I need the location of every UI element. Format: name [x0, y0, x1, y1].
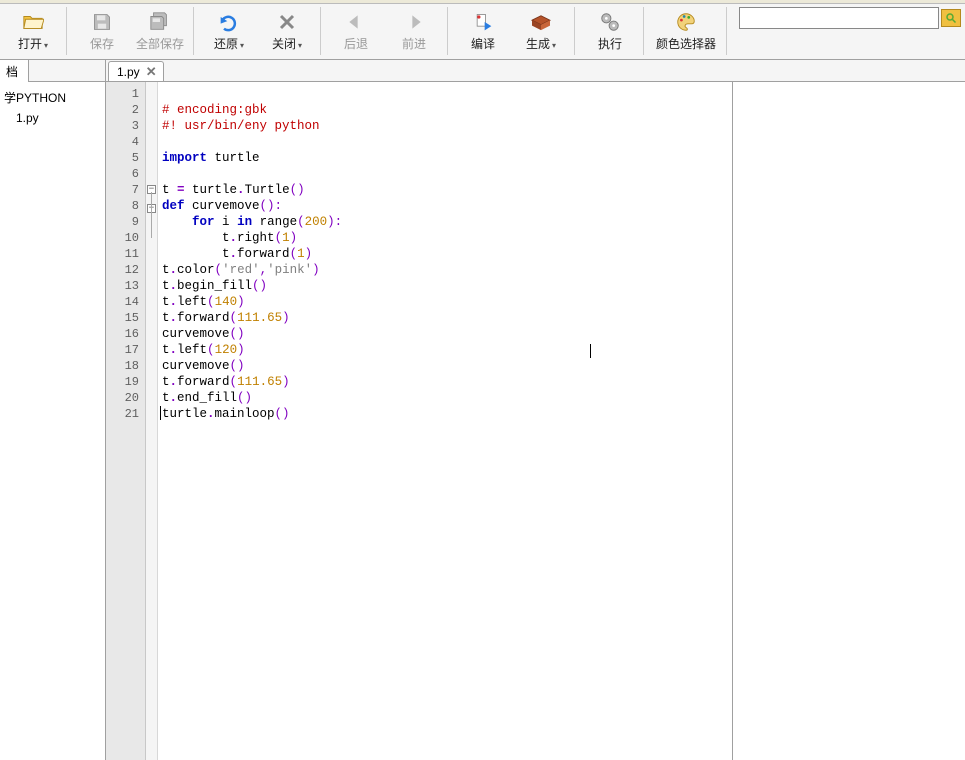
revert-button[interactable]: 还原▾ — [200, 7, 258, 55]
tree-file[interactable]: 1.py — [4, 108, 101, 128]
run-button[interactable]: 执行 — [581, 7, 639, 55]
build-button[interactable]: 生成▾ — [512, 7, 570, 55]
tabs-row: 1.py ✕ — [106, 60, 965, 82]
file-tab-label: 1.py — [117, 65, 140, 79]
editor-caret-icon — [160, 406, 161, 420]
save-button[interactable]: 保存 — [73, 7, 131, 55]
side-tab-docs[interactable]: 档 — [0, 60, 29, 82]
back-button[interactable]: 后退 — [327, 7, 385, 55]
editor-cursor-icon — [590, 344, 591, 358]
toolbar: 打开▾ 保存 全部保存 还原▾ 关闭▾ — [0, 4, 965, 60]
gears-icon — [598, 10, 622, 33]
code-editor[interactable]: 123456789101112131415161718192021 −− # e… — [106, 82, 733, 760]
search-go-icon[interactable] — [941, 9, 961, 27]
line-gutter: 123456789101112131415161718192021 — [106, 82, 146, 760]
project-tree: 学PYTHON 1.py — [0, 82, 105, 134]
forward-button[interactable]: 前进 — [385, 7, 443, 55]
x-icon — [275, 10, 299, 33]
sidebar: 档 学PYTHON 1.py — [0, 60, 106, 760]
compile-icon — [471, 10, 495, 33]
secondary-pane[interactable] — [733, 82, 965, 760]
code-body[interactable]: # encoding:gbk #! usr/bin/eny python imp… — [158, 82, 732, 760]
colorpicker-button[interactable]: 颜色选择器 — [650, 7, 722, 55]
tab-close-icon[interactable]: ✕ — [146, 65, 157, 78]
file-tab[interactable]: 1.py ✕ — [108, 61, 164, 81]
close-button[interactable]: 关闭▾ — [258, 7, 316, 55]
search-input[interactable] — [739, 7, 939, 29]
tree-folder[interactable]: 学PYTHON — [4, 88, 101, 108]
fold-column: −− — [146, 82, 158, 760]
arrow-right-icon — [402, 10, 426, 33]
floppy-multi-icon — [148, 10, 172, 33]
compile-button[interactable]: 编译 — [454, 7, 512, 55]
arrow-left-icon — [344, 10, 368, 33]
brick-icon — [529, 10, 553, 33]
floppy-icon — [90, 10, 114, 33]
undo-icon — [217, 10, 241, 33]
open-button[interactable]: 打开▾ — [4, 7, 62, 55]
saveall-button[interactable]: 全部保存 — [131, 7, 189, 55]
palette-icon — [674, 10, 698, 33]
folder-open-icon — [21, 10, 45, 33]
